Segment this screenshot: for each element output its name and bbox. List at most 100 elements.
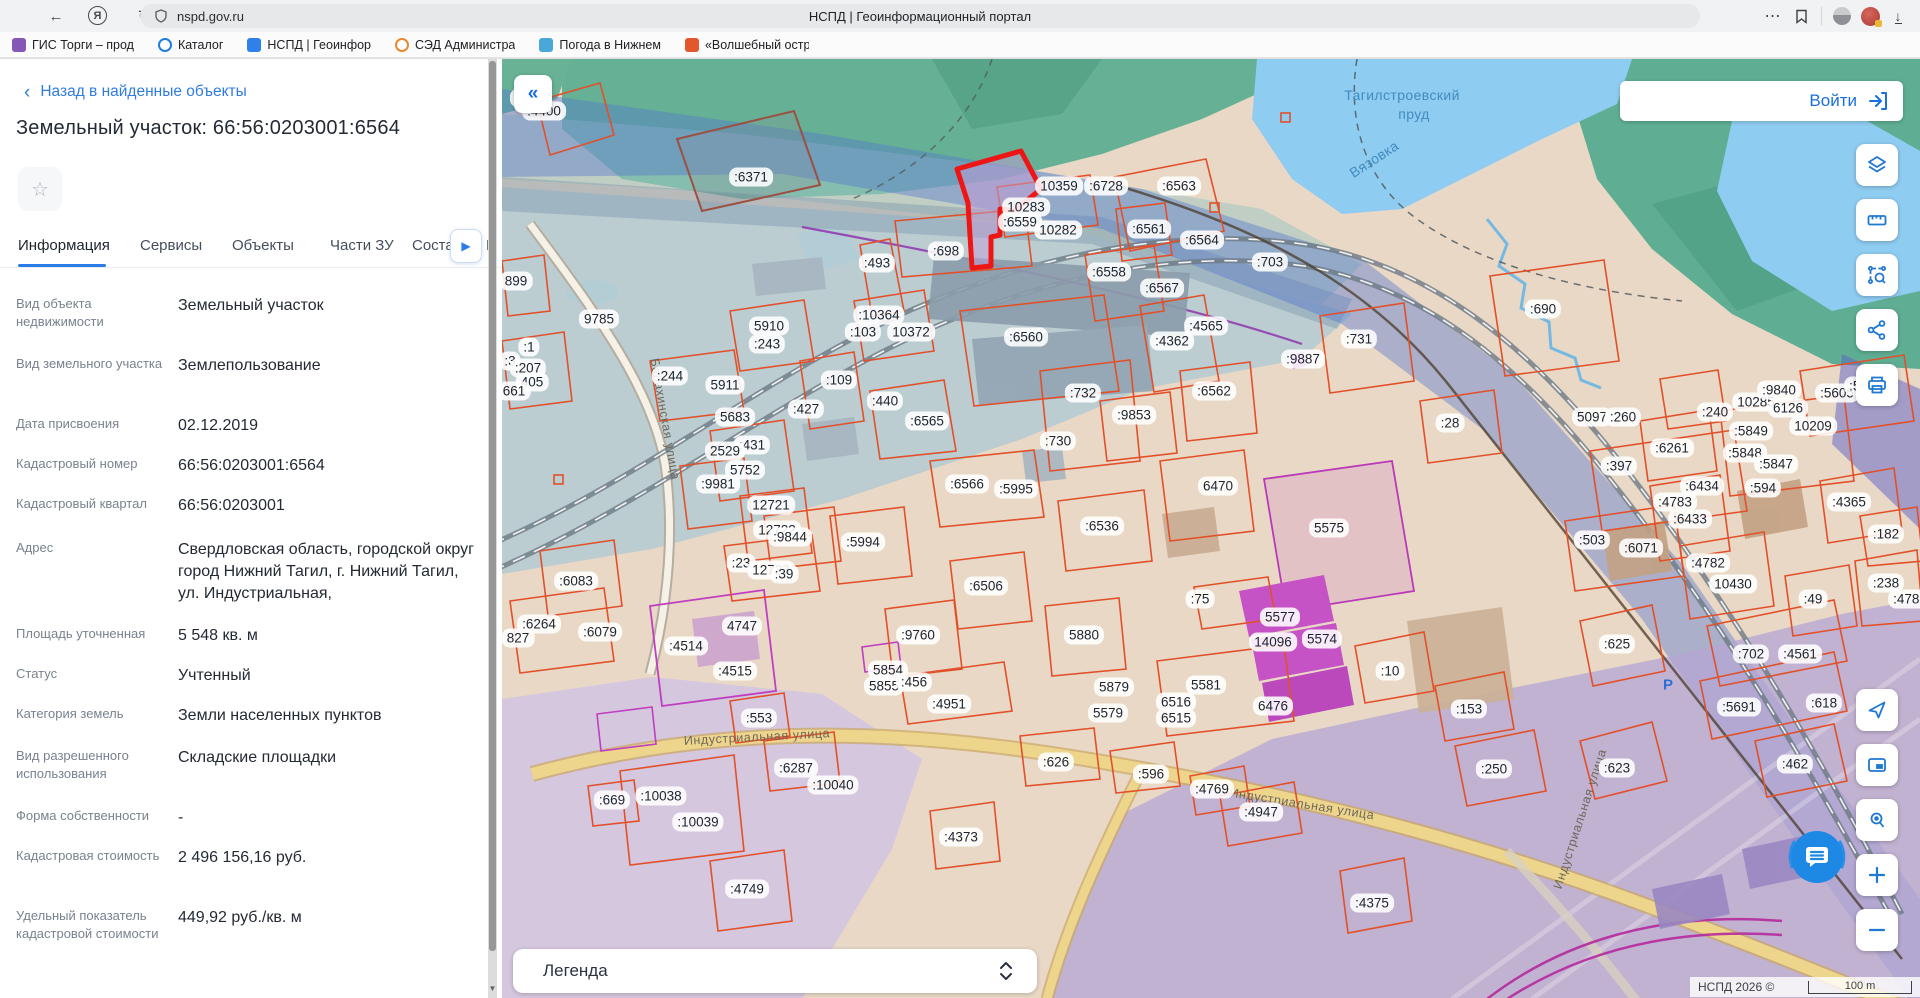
parcel-label[interactable]: 10282 <box>1034 221 1082 240</box>
parcel-label[interactable]: :4515 <box>713 662 757 681</box>
browser-logo-icon[interactable]: Я <box>88 6 107 25</box>
parcel-label[interactable]: 5910 <box>749 317 789 336</box>
parcel-label[interactable]: 5911 <box>705 376 744 395</box>
parcel-label[interactable]: 5575 <box>1309 519 1349 538</box>
parcel-label[interactable]: :493 <box>859 254 895 273</box>
parcel-label[interactable]: :5994 <box>841 533 885 552</box>
parcel-label[interactable]: :6563 <box>1157 177 1201 196</box>
parcel-label[interactable]: 5880 <box>1064 626 1104 645</box>
parcel-label[interactable]: :28 <box>1436 414 1465 433</box>
bookmark-item[interactable]: НСПД | Геоинфор <box>247 38 371 52</box>
panel-scrollbar[interactable]: ▼ <box>488 59 497 998</box>
parcel-label[interactable]: 12721 <box>747 496 795 515</box>
parcel-label[interactable]: :9887 <box>1281 350 1325 369</box>
parcel-label[interactable]: :182 <box>1868 525 1904 544</box>
parcel-label[interactable]: :9853 <box>1112 406 1156 425</box>
parcel-label[interactable]: :244 <box>652 367 688 386</box>
parcel-label[interactable]: 10209 <box>1789 417 1837 436</box>
parcel-label[interactable]: :250 <box>1476 760 1512 779</box>
parcel-label[interactable]: :702 <box>1733 645 1769 664</box>
tab-2[interactable]: Объекты <box>232 237 294 254</box>
bookmark-item[interactable]: СЭД Администра <box>395 38 515 52</box>
parcel-label[interactable]: :4365 <box>1827 493 1871 512</box>
parcel-label[interactable]: 5581 <box>1186 676 1226 695</box>
parcel-label[interactable]: :6564 <box>1180 231 1224 250</box>
parcel-label[interactable]: :456 <box>896 673 932 692</box>
parcel-label[interactable]: :596 <box>1133 765 1169 784</box>
parcel-label[interactable]: :732 <box>1065 384 1101 403</box>
parcel-label[interactable]: 4747 <box>722 617 762 636</box>
parcel-label[interactable]: :397 <box>1601 457 1637 476</box>
parcel-label[interactable]: :6506 <box>964 577 1008 596</box>
parcel-label[interactable]: :6567 <box>1140 279 1184 298</box>
parcel-label[interactable]: :6079 <box>578 623 622 642</box>
tab-4[interactable]: Соста <box>412 237 454 254</box>
parcel-label[interactable]: :6566 <box>945 475 989 494</box>
parcel-label[interactable]: 6126 <box>1768 399 1808 418</box>
print-button[interactable] <box>1856 364 1898 406</box>
parcel-label[interactable]: :6558 <box>1087 263 1131 282</box>
parcel-label[interactable]: :153 <box>1451 700 1487 719</box>
object-search-button[interactable] <box>1856 799 1898 841</box>
parcel-label[interactable]: :703 <box>1252 253 1288 272</box>
map-canvas[interactable]: 9792:4400:637110359:6728:656310283:65591… <box>502 59 1920 998</box>
parcel-label[interactable]: :260 <box>1605 408 1641 427</box>
parcel-label[interactable]: :4769 <box>1190 780 1234 799</box>
parcel-label[interactable]: 10372 <box>887 323 935 342</box>
parcel-label[interactable]: :6071 <box>1619 539 1663 558</box>
parcel-label[interactable]: :730 <box>1040 432 1076 451</box>
parcel-label[interactable]: 2529 <box>705 442 745 461</box>
legend-panel[interactable]: Легенда <box>513 949 1037 993</box>
parcel-label[interactable]: :618 <box>1806 694 1842 713</box>
favorite-button[interactable]: ☆ <box>18 167 62 211</box>
parcel-label[interactable]: :625 <box>1599 635 1635 654</box>
parcel-label[interactable]: :9840 <box>1757 381 1801 400</box>
parcel-label[interactable]: :594 <box>1745 479 1781 498</box>
layers-button[interactable] <box>1856 144 1898 186</box>
parcel-label[interactable]: :9981 <box>696 475 740 494</box>
bookmark-flag-icon[interactable] <box>1787 9 1815 24</box>
parcel-label[interactable]: :4749 <box>725 880 769 899</box>
address-bar[interactable]: nspd.gov.ru НСПД | Геоинформационный пор… <box>140 4 1700 28</box>
parcel-label[interactable]: :669 <box>594 791 630 810</box>
parcel-label[interactable]: 5574 <box>1302 630 1342 649</box>
bookmark-item[interactable]: Каталог <box>158 38 223 52</box>
share-button[interactable] <box>1856 309 1898 351</box>
parcel-label[interactable]: :6261 <box>1650 439 1694 458</box>
parcel-label[interactable]: :4514 <box>664 637 708 656</box>
parcel-label[interactable]: :243 <box>749 335 785 354</box>
parcel-label[interactable]: 5577 <box>1260 608 1300 627</box>
parcel-label[interactable]: 6470 <box>1198 477 1238 496</box>
parcel-label[interactable]: :623 <box>1599 759 1635 778</box>
parcel-label[interactable]: :6083 <box>554 572 598 591</box>
parcel-label[interactable]: :10038 <box>635 787 686 806</box>
bookmark-item[interactable]: ГИС Торги – прод <box>12 38 134 52</box>
scrollbar-down-arrow[interactable]: ▼ <box>488 984 497 993</box>
scrollbar-thumb[interactable] <box>489 61 496 951</box>
minimap-button[interactable] <box>1856 744 1898 786</box>
parcel-label[interactable]: :4951 <box>927 695 971 714</box>
back-icon[interactable]: ← <box>44 4 68 28</box>
parcel-label[interactable]: :626 <box>1038 753 1074 772</box>
locate-button[interactable] <box>1856 689 1898 731</box>
zoom-out-button[interactable] <box>1856 909 1898 951</box>
parcel-label[interactable]: :6287 <box>774 759 818 778</box>
parcel-label[interactable]: :440 <box>867 392 903 411</box>
chat-widget[interactable] <box>1782 822 1852 892</box>
parcel-label[interactable]: 5683 <box>715 408 755 427</box>
more-menu-icon[interactable]: ⋯ <box>1759 6 1787 26</box>
parcel-label[interactable]: :731 <box>1341 330 1377 349</box>
measure-button[interactable] <box>1856 199 1898 241</box>
chat-button[interactable] <box>1791 831 1843 883</box>
parcel-label[interactable]: :6561 <box>1127 220 1171 239</box>
parcel-label[interactable]: :6536 <box>1080 517 1124 536</box>
parcel-label[interactable]: :109 <box>821 371 857 390</box>
parcel-label[interactable]: :6562 <box>1192 382 1236 401</box>
parcel-label[interactable]: :462 <box>1777 755 1813 774</box>
parcel-label[interactable]: :4375 <box>1350 894 1394 913</box>
parcel-label[interactable]: 827 <box>502 629 534 648</box>
panel-collapse-button[interactable]: « <box>514 75 552 113</box>
parcel-label[interactable]: 661 <box>502 382 530 401</box>
area-search-button[interactable] <box>1856 254 1898 296</box>
tab-1[interactable]: Сервисы <box>140 237 202 254</box>
